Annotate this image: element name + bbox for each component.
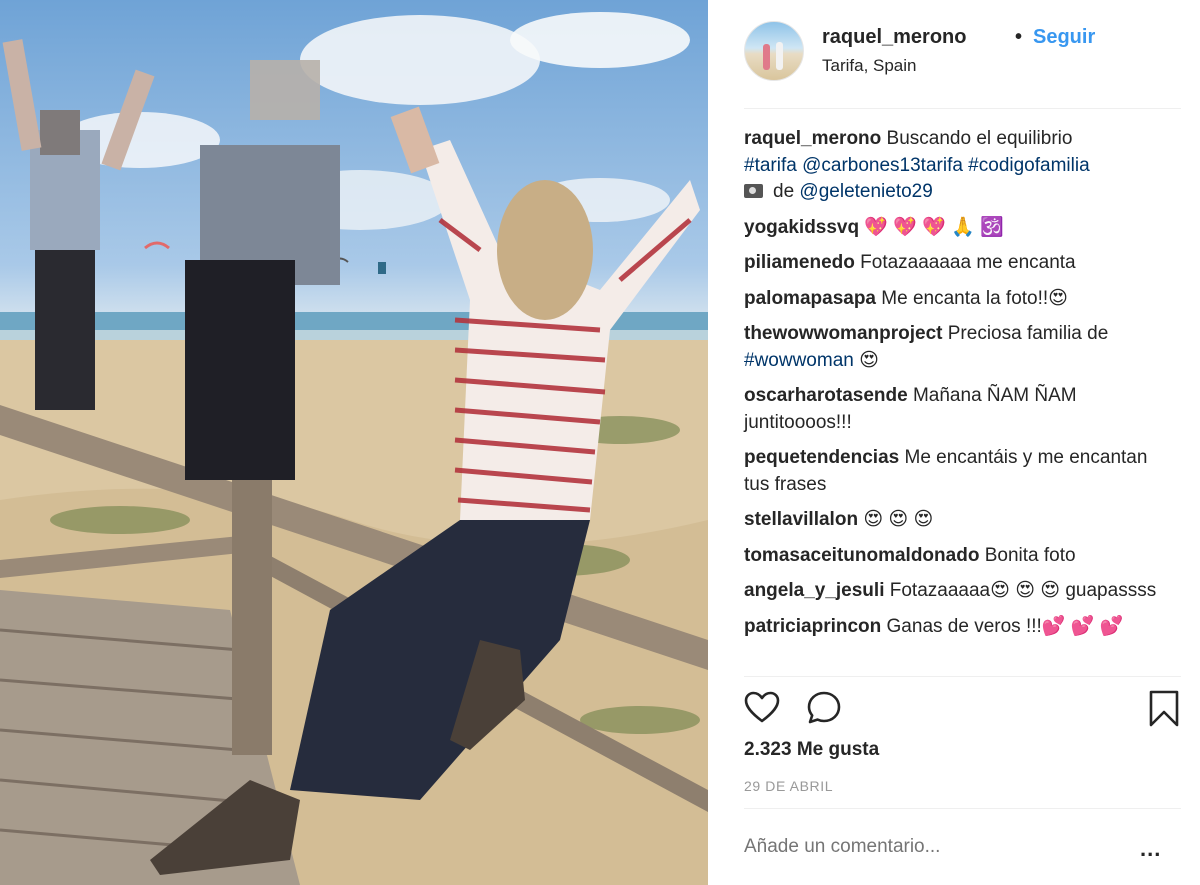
comment-text: Me encanta la foto!!😍	[881, 287, 1068, 309]
comment-username[interactable]: patriciaprincon	[744, 616, 881, 637]
profile-avatar[interactable]	[744, 21, 804, 81]
likes-count[interactable]: 2.323 Me gusta	[744, 739, 879, 761]
post-photo[interactable]	[0, 0, 708, 885]
comment-text: 💖 💖 💖 🙏 🕉️	[864, 216, 1004, 238]
post-date[interactable]: 29 DE ABRIL	[744, 778, 833, 794]
post-caption: raquel_merono Buscando el equilibrio #ta…	[744, 126, 1174, 206]
comment-username[interactable]: thewowwomanproject	[744, 323, 942, 344]
comment-hashtag[interactable]: #wowwoman	[744, 350, 854, 371]
follow-button[interactable]: Seguir	[1033, 26, 1095, 49]
comment-item: palomapasapa Me encanta la foto!!😍	[744, 286, 1174, 313]
comment-item: yogakidssvq 💖 💖 💖 🙏 🕉️	[744, 215, 1174, 242]
add-comment-input[interactable]	[744, 836, 1114, 858]
comment-text: Preciosa familia de	[947, 323, 1109, 344]
post-header: raquel_merono • Seguir Tarifa, Spain	[744, 20, 1174, 88]
comment-text: Fotazaaaaa😍 😍 😍 guapassss	[889, 580, 1157, 601]
footer-divider	[744, 808, 1181, 809]
comment-username[interactable]: oscarharotasende	[744, 385, 908, 406]
header-divider	[744, 108, 1181, 109]
post-location[interactable]: Tarifa, Spain	[822, 56, 917, 76]
comment-item: piliamenedo Fotazaaaaaa me encanta	[744, 250, 1174, 277]
comment-username[interactable]: tomasaceitunomaldonado	[744, 545, 979, 566]
avatar-figure-right	[776, 42, 783, 70]
comment-item: pequetendencias Me encantáis y me encant…	[744, 445, 1174, 498]
avatar-figure-left	[763, 44, 770, 70]
caption-hashtags[interactable]: #tarifa @carbones13tarifa #codigofamilia	[744, 155, 1090, 176]
comment-item: stellavillalon 😍 😍 😍	[744, 507, 1174, 534]
camera-emoji-icon	[744, 184, 763, 198]
caption-credit-prefix: de	[773, 181, 795, 202]
comment-username[interactable]: yogakidssvq	[744, 217, 859, 238]
bookmark-icon[interactable]	[1148, 690, 1180, 728]
comment-username[interactable]: pequetendencias	[744, 447, 899, 468]
beach-scene-illustration	[0, 12, 708, 885]
comment-text-tail: 😍	[853, 349, 879, 371]
more-options-button[interactable]: ...	[1140, 836, 1161, 862]
comment-item: oscarharotasende Mañana ÑAM ÑAM juntitoo…	[744, 383, 1174, 436]
comment-text: Bonita foto	[984, 544, 1076, 566]
comment-bubble-icon[interactable]	[806, 690, 842, 726]
comment-username[interactable]: angela_y_jesuli	[744, 580, 884, 601]
comment-text: Ganas de veros !!!💕 💕 💕	[886, 615, 1124, 637]
comments-list: raquel_merono Buscando el equilibrio #ta…	[744, 126, 1174, 649]
comment-text: 😍 😍 😍	[863, 509, 934, 530]
comment-username[interactable]: palomapasapa	[744, 288, 876, 309]
comment-item: tomasaceitunomaldonado Bonita foto	[744, 543, 1174, 570]
comment-username[interactable]: stellavillalon	[744, 509, 858, 530]
comment-item: angela_y_jesuli Fotazaaaaa😍 😍 😍 guapasss…	[744, 578, 1174, 605]
caption-text: Buscando el equilibrio	[886, 128, 1073, 149]
heart-icon[interactable]	[744, 690, 780, 726]
post-actions-bar	[744, 690, 1181, 732]
header-separator: •	[1015, 26, 1023, 48]
comment-item: patriciaprincon Ganas de veros !!!💕 💕 💕	[744, 614, 1174, 641]
comment-text: Fotazaaaaaa me encanta	[860, 252, 1076, 273]
post-author-username[interactable]: raquel_merono	[822, 26, 966, 49]
comments-divider	[744, 676, 1181, 677]
post-side-panel: raquel_merono • Seguir Tarifa, Spain raq…	[708, 0, 1200, 885]
comment-item: thewowwomanproject Preciosa familia de #…	[744, 321, 1174, 374]
comment-username[interactable]: piliamenedo	[744, 252, 855, 273]
caption-username[interactable]: raquel_merono	[744, 128, 881, 149]
caption-credit-handle[interactable]: @geletenieto29	[799, 181, 932, 202]
